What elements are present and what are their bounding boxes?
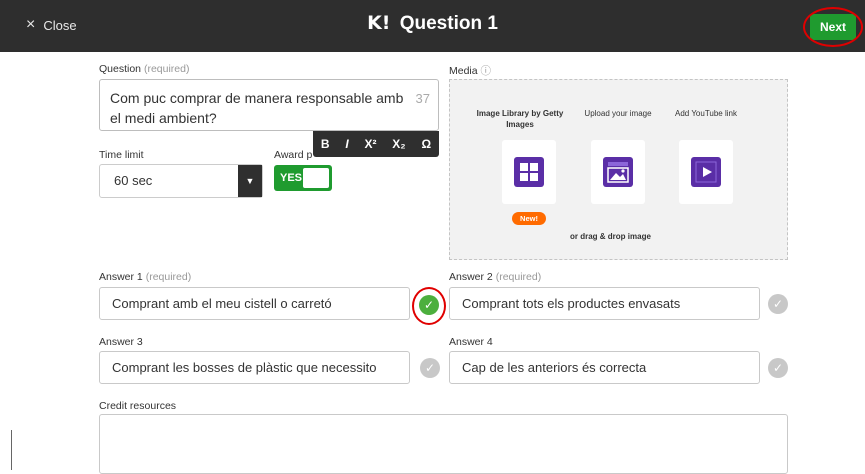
credit-resources-label: Credit resources [99, 400, 177, 412]
youtube-link-button[interactable] [679, 140, 733, 204]
check-icon: ✓ [772, 361, 784, 375]
toggle-label: YES [280, 172, 303, 184]
toggle-knob [303, 168, 329, 188]
chevron-down-icon: ▼ [238, 165, 262, 197]
page-title: K! Question 1 [0, 12, 865, 35]
time-limit-label: Time limit [99, 149, 144, 161]
format-toolbar: B I X² X₂ Ω [313, 131, 439, 157]
media-option-label: Image Library by Getty Images [476, 109, 564, 129]
media-option-label: Upload your image [584, 109, 652, 118]
answer-2-correct-toggle[interactable]: ✓ [768, 294, 788, 314]
superscript-button[interactable]: X² [365, 137, 377, 151]
answer-4-label: Answer 4 [449, 336, 493, 348]
time-limit-value: 60 sec [114, 173, 153, 188]
check-icon: ✓ [772, 297, 784, 311]
top-bar: × Close K! Question 1 Next [0, 0, 865, 52]
new-badge: New! [512, 212, 546, 225]
help-icon: ⓘ [480, 65, 492, 77]
next-button[interactable]: Next [810, 14, 856, 40]
image-library-button[interactable] [502, 140, 556, 204]
question-input[interactable]: Com puc comprar de manera responsable am… [99, 79, 439, 131]
answer-3-label: Answer 3 [99, 336, 143, 348]
upload-image-icon [603, 157, 633, 187]
kahoot-logo: K! [367, 12, 391, 34]
char-count: 37 [415, 91, 430, 106]
answer-2-input[interactable]: Comprant tots els productes envasats [449, 287, 760, 320]
answer-4-correct-toggle[interactable]: ✓ [768, 358, 788, 378]
answer-1-input[interactable]: Comprant amb el meu cistell o carretó [99, 287, 410, 320]
special-char-button[interactable]: Ω [421, 137, 431, 151]
image-library-icon [514, 157, 544, 187]
award-points-toggle[interactable]: YES [274, 165, 332, 191]
answer-4-input[interactable]: Cap de les anteriors és correcta [449, 351, 760, 384]
youtube-icon [691, 157, 721, 187]
question-label: Question (required) [99, 63, 190, 75]
bold-button[interactable]: B [321, 137, 330, 151]
answer-1-label: Answer 1 (required) [99, 271, 192, 283]
answer-1-correct-toggle[interactable]: ✓ [419, 295, 439, 315]
check-icon: ✓ [424, 361, 436, 375]
media-label: Media ⓘ [449, 65, 492, 77]
title-text: Question 1 [399, 13, 498, 34]
subscript-button[interactable]: X₂ [392, 137, 405, 151]
media-option-label: Add YouTube link [675, 109, 737, 118]
answer-3-input[interactable]: Comprant les bosses de plàstic que neces… [99, 351, 410, 384]
drag-drop-text: or drag & drop image [570, 232, 651, 241]
answer-3-correct-toggle[interactable]: ✓ [420, 358, 440, 378]
credit-resources-input[interactable] [99, 414, 788, 474]
time-limit-select[interactable]: 60 sec ▼ [99, 164, 263, 198]
award-points-label: Award p [274, 149, 313, 161]
divider [11, 430, 12, 470]
check-icon: ✓ [423, 298, 435, 312]
question-text: Com puc comprar de manera responsable am… [110, 90, 404, 126]
italic-button[interactable]: I [345, 137, 348, 151]
upload-image-button[interactable] [591, 140, 645, 204]
answer-2-label: Answer 2 (required) [449, 271, 542, 283]
